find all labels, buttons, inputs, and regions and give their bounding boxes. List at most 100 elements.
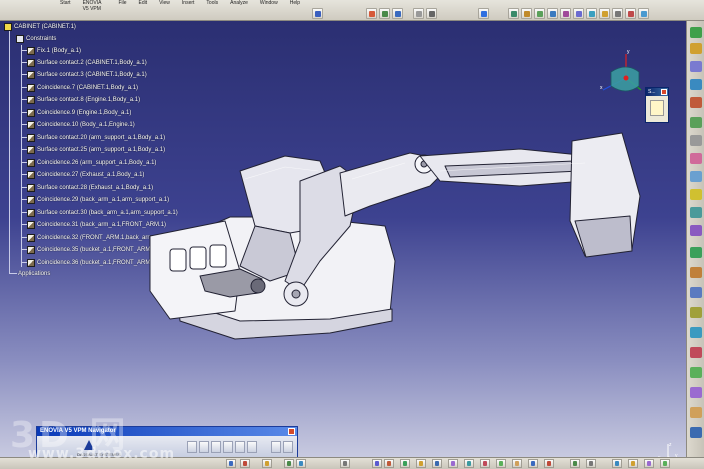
point-button[interactable]	[416, 459, 426, 468]
offset-icon[interactable]	[690, 189, 702, 200]
catalog-icon[interactable]	[690, 287, 702, 298]
macro-button[interactable]	[586, 459, 596, 468]
section-button[interactable]	[296, 459, 306, 468]
menu-item[interactable]: Help	[290, 0, 300, 6]
measure-icon[interactable]	[690, 307, 702, 318]
menu-bar: Start ENOVIA V5 VPM File Edit View Inser…	[0, 0, 300, 12]
3d-viewport[interactable]: CABINET (CABINET.1) Constraints Fix.1 (B…	[0, 21, 686, 457]
manipulate-icon[interactable]	[690, 117, 702, 128]
hide-show-button[interactable]	[599, 8, 610, 19]
coincidence-icon[interactable]	[690, 153, 702, 164]
mini-window-title-text: S...	[648, 89, 656, 95]
close-icon[interactable]	[288, 428, 295, 435]
normal-view-button[interactable]	[432, 459, 442, 468]
cursor-icon	[650, 100, 664, 116]
constraint-icon[interactable]	[690, 43, 702, 54]
zoom-in-button[interactable]	[534, 8, 545, 19]
save-button[interactable]	[312, 8, 323, 19]
explode-icon[interactable]	[690, 97, 702, 108]
shading-button[interactable]	[464, 459, 474, 468]
engine-cylinder	[209, 244, 227, 268]
plane-button[interactable]	[400, 459, 410, 468]
menu-item[interactable]: Start	[60, 0, 71, 6]
measure-button[interactable]	[240, 459, 250, 468]
menu-item[interactable]: Tools	[206, 0, 218, 6]
render-button[interactable]	[528, 459, 538, 468]
fix-icon[interactable]	[690, 225, 702, 236]
hide-button[interactable]	[480, 459, 490, 468]
publish-icon[interactable]	[690, 407, 702, 418]
new-part-button[interactable]	[392, 8, 403, 19]
close-icon[interactable]	[661, 89, 667, 95]
animation-button[interactable]	[544, 459, 554, 468]
iso-view-button[interactable]	[573, 8, 584, 19]
scene-icon[interactable]	[690, 367, 702, 378]
knowledge-button[interactable]	[570, 459, 580, 468]
pan-button[interactable]	[508, 8, 519, 19]
catia-window: Start ENOVIA V5 VPM File Edit View Inser…	[0, 0, 704, 469]
fit-all-button[interactable]	[478, 8, 489, 19]
menu-item[interactable]: Edit	[139, 0, 148, 6]
menu-item[interactable]: File	[118, 0, 126, 6]
nav-button[interactable]	[211, 441, 221, 453]
toolbar-group-mid	[413, 7, 437, 20]
clash-icon[interactable]	[690, 135, 702, 146]
toolbar-group-view	[478, 7, 489, 20]
menu-item[interactable]: Window	[260, 0, 278, 6]
engine-block	[149, 220, 241, 320]
axis-triad: z x y	[658, 442, 678, 457]
grid-snap-button[interactable]	[372, 459, 382, 468]
grid-button[interactable]	[426, 8, 437, 19]
assembly-icon[interactable]	[690, 27, 702, 38]
menu-item[interactable]: ENOVIA V5 VPM	[83, 0, 107, 12]
new-component-button[interactable]	[366, 8, 377, 19]
fly-mode-button[interactable]	[413, 8, 424, 19]
axis-button[interactable]	[384, 459, 394, 468]
material-button[interactable]	[625, 8, 636, 19]
catalog-button[interactable]	[340, 459, 350, 468]
compass-x-label: x	[600, 85, 603, 91]
publish-button[interactable]	[660, 459, 670, 468]
report-button[interactable]	[644, 459, 654, 468]
menu-item[interactable]: Analyze	[230, 0, 248, 6]
nav-button[interactable]	[187, 441, 197, 453]
space-analysis-button[interactable]	[284, 459, 294, 468]
shading-button[interactable]	[586, 8, 597, 19]
compass-widget[interactable]: y x	[593, 48, 643, 103]
check-button[interactable]	[628, 459, 638, 468]
light-button[interactable]	[262, 459, 272, 468]
rotate-button[interactable]	[521, 8, 532, 19]
new-product-button[interactable]	[379, 8, 390, 19]
zoom-out-button[interactable]	[547, 8, 558, 19]
nav-button[interactable]	[223, 441, 233, 453]
menu-item[interactable]: Insert	[182, 0, 195, 6]
swap-space-button[interactable]	[612, 8, 623, 19]
weld-icon[interactable]	[690, 427, 702, 438]
nav-button[interactable]	[235, 441, 245, 453]
bom-icon[interactable]	[690, 387, 702, 398]
reuse-pattern-icon[interactable]	[690, 267, 702, 278]
menu-item[interactable]: View	[159, 0, 170, 6]
move-icon[interactable]	[690, 61, 702, 72]
nav-button[interactable]	[199, 441, 209, 453]
excavator-3d-model[interactable]	[0, 21, 686, 457]
quick-view-button[interactable]	[448, 459, 458, 468]
material-button[interactable]	[512, 459, 522, 468]
swap-button[interactable]	[496, 459, 506, 468]
snap-icon[interactable]	[690, 79, 702, 90]
exhaust-end	[250, 278, 266, 294]
sketch-button[interactable]	[226, 459, 236, 468]
annotation-icon[interactable]	[690, 347, 702, 358]
angle-icon[interactable]	[690, 207, 702, 218]
update-icon[interactable]	[690, 247, 702, 258]
normal-view-button[interactable]	[560, 8, 571, 19]
apply-material-button[interactable]	[638, 8, 649, 19]
contact-icon[interactable]	[690, 171, 702, 182]
analysis-button[interactable]	[612, 459, 622, 468]
engine-cylinder	[169, 248, 187, 272]
section-icon[interactable]	[690, 327, 702, 338]
nav-button[interactable]	[271, 441, 281, 453]
nav-button[interactable]	[283, 441, 293, 453]
mini-window[interactable]: S...	[645, 87, 669, 123]
nav-button[interactable]	[247, 441, 257, 453]
